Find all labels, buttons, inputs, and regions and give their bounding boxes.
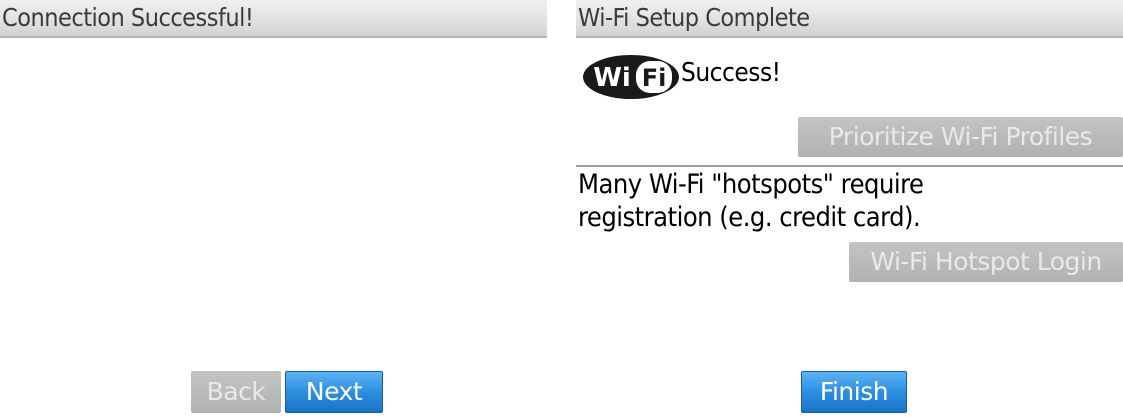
back-button[interactable]: Back: [191, 371, 281, 413]
wifi-setup-complete-screen: Wi-Fi Setup Complete Wi Fi Success! Prio…: [576, 0, 1123, 417]
wifi-hotspot-login-button[interactable]: Wi-Fi Hotspot Login: [849, 242, 1123, 282]
title-bar: Wi-Fi Setup Complete: [576, 0, 1123, 38]
hotspot-info-text: Many Wi-Fi "hotspots" require registrati…: [578, 168, 924, 234]
connection-successful-screen: Connection Successful! Back Next: [0, 0, 547, 417]
screen-title: Connection Successful!: [2, 3, 254, 32]
hotspot-info-line-1: Many Wi-Fi "hotspots" require: [578, 169, 924, 200]
hotspot-info-line-2: registration (e.g. credit card).: [578, 202, 921, 233]
next-button[interactable]: Next: [285, 371, 383, 413]
screen-title: Wi-Fi Setup Complete: [578, 3, 810, 32]
divider: [576, 165, 1123, 167]
prioritize-wifi-profiles-button[interactable]: Prioritize Wi-Fi Profiles: [798, 117, 1123, 157]
success-message: Success!: [681, 58, 781, 88]
wifi-logo-icon: Wi Fi: [583, 55, 679, 99]
wifi-logo-fi: Fi: [642, 64, 667, 92]
finish-button[interactable]: Finish: [801, 371, 907, 413]
title-bar: Connection Successful!: [0, 0, 547, 38]
wifi-logo-wi: Wi: [593, 63, 631, 93]
